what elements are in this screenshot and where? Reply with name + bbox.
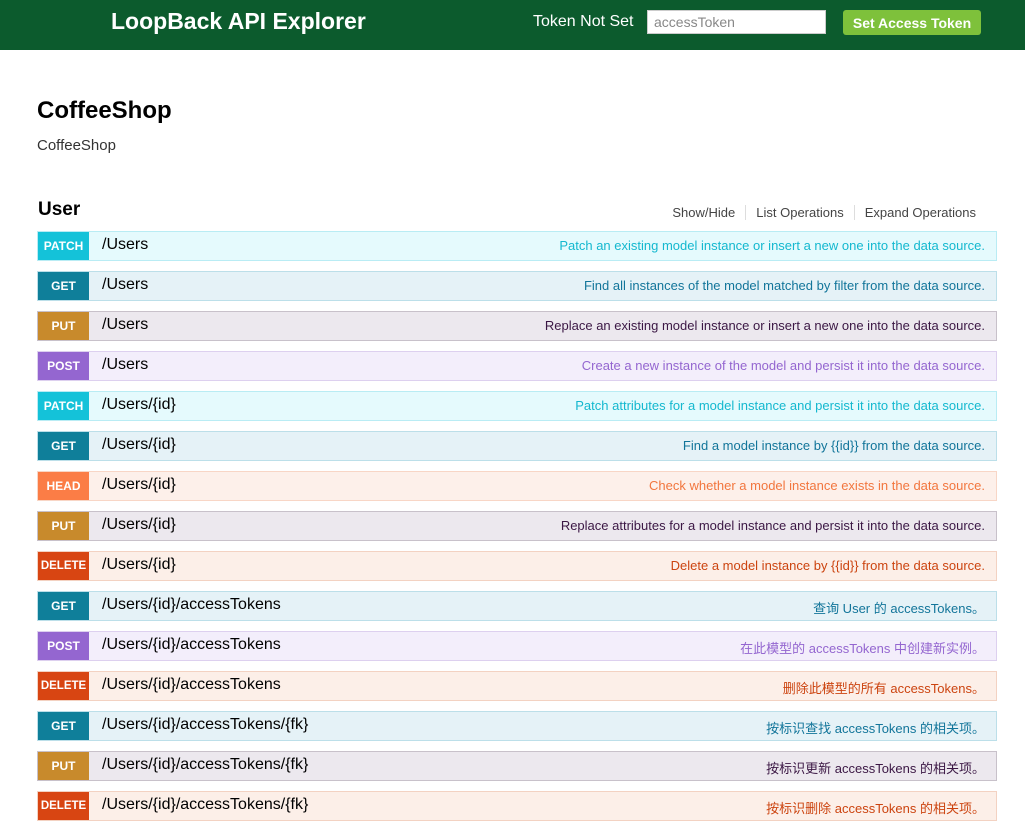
resource-name[interactable]: User — [38, 199, 80, 221]
method-badge[interactable]: PUT — [38, 512, 89, 540]
method-badge[interactable]: GET — [38, 432, 89, 460]
operation-summary[interactable]: Create a new instance of the model and p… — [582, 358, 985, 373]
operation-summary[interactable]: Patch attributes for a model instance an… — [575, 398, 985, 413]
operation-summary[interactable]: 在此模型的 accessTokens 中创建新实例。 — [740, 638, 985, 657]
method-badge[interactable]: GET — [38, 592, 89, 620]
operation-row[interactable]: POST/Users/{id}/accessTokens 在此模型的 access… — [37, 631, 997, 661]
resource-links: Show/Hide List Operations Expand Operati… — [662, 205, 986, 220]
operation-row[interactable]: POST/Users Create a new instance of the m… — [37, 351, 997, 381]
method-badge[interactable]: PATCH — [38, 392, 89, 420]
operation-path[interactable]: /Users — [102, 316, 148, 334]
method-badge[interactable]: DELETE — [38, 672, 89, 700]
method-badge[interactable]: DELETE — [38, 792, 89, 820]
operation-path[interactable]: /Users/{id}/accessTokens — [102, 636, 281, 654]
operation-summary[interactable]: 按标识查找 accessTokens 的相关项。 — [766, 718, 985, 737]
operation-summary[interactable]: Find a model instance by {{id}} from the… — [683, 438, 985, 453]
operation-row[interactable]: PUT/Users/{id} Replace attributes for a m… — [37, 511, 997, 541]
operation-path[interactable]: /Users/{id}/accessTokens/{fk} — [102, 716, 308, 734]
operation-path[interactable]: /Users/{id} — [102, 556, 176, 574]
operation-row[interactable]: GET/Users/{id}/accessTokens 查询 User 的 acc… — [37, 591, 997, 621]
token-status: Token Not Set — [533, 13, 634, 30]
show-hide-link[interactable]: Show/Hide — [662, 205, 745, 220]
method-badge[interactable]: POST — [38, 632, 89, 660]
operation-row[interactable]: GET/Users/{id}/accessTokens/{fk} 按标识查找 ac… — [37, 711, 997, 741]
operation-path[interactable]: /Users — [102, 356, 148, 374]
operation-row[interactable]: HEAD/Users/{id} Check whether a model ins… — [37, 471, 997, 501]
operations-list: PATCH/Users Patch an existing model insta… — [37, 231, 997, 831]
expand-operations-link[interactable]: Expand Operations — [853, 205, 986, 220]
operation-summary[interactable]: 删除此模型的所有 accessTokens。 — [783, 678, 985, 697]
operation-path[interactable]: /Users/{id} — [102, 396, 176, 414]
resource-header: User Show/Hide List Operations Expand Op… — [37, 199, 997, 227]
operation-row[interactable]: DELETE/Users/{id}/accessTokens 删除此模型的所有 a… — [37, 671, 997, 701]
operation-summary[interactable]: 按标识删除 accessTokens 的相关项。 — [766, 798, 985, 817]
operation-row[interactable]: PUT/Users Replace an existing model insta… — [37, 311, 997, 341]
operation-row[interactable]: DELETE/Users/{id}/accessTokens/{fk} 按标识删除… — [37, 791, 997, 821]
operation-path[interactable]: /Users — [102, 276, 148, 294]
access-token-input[interactable] — [647, 10, 826, 34]
operation-path[interactable]: /Users/{id} — [102, 476, 176, 494]
operation-summary[interactable]: Replace an existing model instance or in… — [545, 318, 985, 333]
operation-summary[interactable]: Find all instances of the model matched … — [584, 278, 985, 293]
operation-path[interactable]: /Users/{id} — [102, 436, 176, 454]
operation-row[interactable]: GET/Users/{id} Find a model instance by {… — [37, 431, 997, 461]
operation-row[interactable]: GET/Users Find all instances of the model… — [37, 271, 997, 301]
operation-path[interactable]: /Users/{id}/accessTokens/{fk} — [102, 756, 308, 774]
api-description: CoffeeShop — [37, 137, 116, 154]
operation-summary[interactable]: 查询 User 的 accessTokens。 — [813, 598, 985, 617]
operation-row[interactable]: PATCH/Users/{id} Patch attributes for a m… — [37, 391, 997, 421]
operation-summary[interactable]: Patch an existing model instance or inse… — [559, 238, 985, 253]
app-title[interactable]: LoopBack API Explorer — [111, 8, 366, 35]
operation-path[interactable]: /Users/{id} — [102, 516, 176, 534]
method-badge[interactable]: PATCH — [38, 232, 89, 260]
set-access-token-button[interactable]: Set Access Token — [843, 10, 981, 35]
operation-summary[interactable]: Replace attributes for a model instance … — [561, 518, 985, 533]
operation-summary[interactable]: Delete a model instance by {{id}} from t… — [671, 558, 985, 573]
method-badge[interactable]: GET — [38, 272, 89, 300]
page-title: CoffeeShop — [37, 97, 172, 124]
method-badge[interactable]: PUT — [38, 752, 89, 780]
method-badge[interactable]: GET — [38, 712, 89, 740]
operation-path[interactable]: /Users/{id}/accessTokens/{fk} — [102, 796, 308, 814]
method-badge[interactable]: HEAD — [38, 472, 89, 500]
list-operations-link[interactable]: List Operations — [745, 205, 853, 220]
operation-row[interactable]: PATCH/Users Patch an existing model insta… — [37, 231, 997, 261]
operation-path[interactable]: /Users — [102, 236, 148, 254]
operation-summary[interactable]: Check whether a model instance exists in… — [649, 478, 985, 493]
method-badge[interactable]: POST — [38, 352, 89, 380]
operation-path[interactable]: /Users/{id}/accessTokens — [102, 596, 281, 614]
operation-row[interactable]: DELETE/Users/{id} Delete a model instance… — [37, 551, 997, 581]
operation-summary[interactable]: 按标识更新 accessTokens 的相关项。 — [766, 758, 985, 777]
operation-path[interactable]: /Users/{id}/accessTokens — [102, 676, 281, 694]
operation-row[interactable]: PUT/Users/{id}/accessTokens/{fk} 按标识更新 ac… — [37, 751, 997, 781]
method-badge[interactable]: PUT — [38, 312, 89, 340]
top-bar: LoopBack API Explorer Token Not Set Set … — [0, 0, 1025, 50]
method-badge[interactable]: DELETE — [38, 552, 89, 580]
